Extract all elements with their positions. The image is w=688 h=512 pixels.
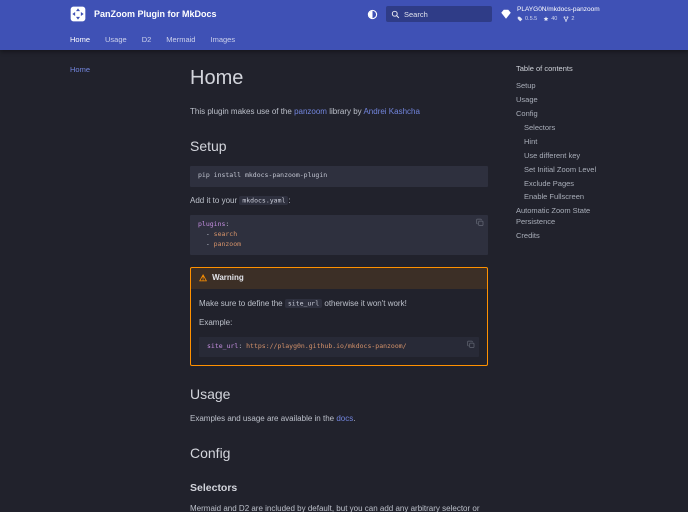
toc-item[interactable]: Usage: [516, 94, 618, 108]
repo-stars: 40: [551, 15, 558, 22]
toc-list: Setup Usage Config Selectors Hint Use differe…: [516, 80, 618, 244]
selectors-text-1: Mermaid and D2 are included by default, …: [190, 504, 480, 512]
star-icon: [543, 16, 549, 22]
code-line: plugins:: [198, 220, 230, 229]
tab-mermaid[interactable]: Mermaid: [166, 35, 195, 44]
usage-heading: Usage: [190, 386, 231, 403]
warning-title-text: Warning: [212, 273, 244, 283]
toc-item[interactable]: Set Initial Zoom Level: [516, 163, 618, 177]
toc-item[interactable]: Enable Fullscreen: [516, 191, 618, 205]
page-title: Home: [190, 67, 244, 89]
toc-item[interactable]: Selectors: [516, 122, 618, 136]
author-link[interactable]: Andrei Kashcha: [363, 107, 419, 116]
selectors-paragraph: Mermaid and D2 are included by default, …: [190, 503, 488, 512]
toc: Table of contents Setup Usage Config Select…: [500, 61, 618, 512]
pip-code-block: pip install mkdocs-panzoom-plugin: [190, 166, 488, 187]
mkdocs-yaml-inline-code: mkdocs.yaml: [239, 196, 289, 206]
toc-item[interactable]: Setup: [516, 80, 618, 94]
intro-paragraph: This plugin makes use of the panzoom lib…: [190, 106, 488, 118]
repo-version: 0.5.5: [525, 15, 538, 22]
app-header: PanZoom Plugin for MkDocs PLAYG0N/mkdocs…: [0, 0, 688, 28]
toc-item[interactable]: Credits: [516, 230, 618, 244]
repo-link[interactable]: PLAYG0N/mkdocs-panzoom 0.5.5 40 2: [500, 6, 618, 22]
theme-toggle-icon[interactable]: [367, 9, 378, 20]
repo-icon: [500, 8, 512, 20]
site-logo-icon[interactable]: [70, 6, 86, 22]
warning-text-1: Make sure to define the: [199, 298, 285, 308]
warning-text-paragraph: Make sure to define the site_url otherwi…: [199, 298, 479, 310]
add-to-paragraph: Add it to your mkdocs.yaml:: [190, 195, 488, 207]
intro-text-2: library by: [326, 107, 364, 116]
header-inner: PanZoom Plugin for MkDocs PLAYG0N/mkdocs…: [70, 0, 618, 28]
toc-item[interactable]: Config: [516, 108, 618, 122]
selectors-heading: Selectors: [190, 482, 238, 495]
toc-item[interactable]: Automatic Zoom State Persistence: [516, 205, 618, 230]
main-content: Home This plugin makes use of the panzoo…: [182, 61, 500, 512]
search-bar[interactable]: [386, 6, 492, 22]
sidebar-nav: Home: [70, 61, 182, 512]
usage-paragraph: Examples and usage are available in the …: [190, 413, 488, 425]
panzoom-link[interactable]: panzoom: [294, 107, 327, 116]
code-line: site_url: https://playg0n.github.io/mkdo…: [207, 341, 407, 350]
copy-icon[interactable]: [476, 218, 484, 227]
copy-icon[interactable]: [467, 340, 475, 349]
site-title[interactable]: PanZoom Plugin for MkDocs: [94, 9, 217, 19]
warning-icon: ⚠: [199, 273, 208, 284]
nav-tabs: Home Usage D2 Mermaid Images: [0, 28, 688, 50]
code-line: - panzoom: [198, 239, 242, 248]
repo-forks-fact: 2: [563, 16, 574, 22]
tab-d2[interactable]: D2: [142, 35, 152, 44]
setup-heading: Setup: [190, 138, 227, 155]
toc-item[interactable]: Use different key: [516, 149, 618, 163]
usage-text-2: .: [353, 414, 356, 424]
intro-text-1: This plugin makes use of the: [190, 107, 295, 116]
warning-text-2: otherwise it won't work!: [322, 298, 407, 308]
repo-name: PLAYG0N/mkdocs-panzoom: [517, 6, 600, 14]
warning-admonition: ⚠ Warning Make sure to define the site_u…: [190, 267, 488, 367]
example-label: Example:: [199, 318, 233, 328]
site-url-code-block: site_url: https://playg0n.github.io/mkdo…: [199, 336, 479, 358]
search-input[interactable]: [404, 9, 487, 19]
repo-meta: PLAYG0N/mkdocs-panzoom 0.5.5 40 2: [517, 6, 600, 21]
code-line: - search: [198, 229, 238, 238]
tab-usage[interactable]: Usage: [105, 35, 127, 44]
repo-forks: 2: [571, 15, 575, 22]
config-heading: Config: [190, 445, 231, 462]
sidebar-item-home[interactable]: Home: [70, 64, 182, 75]
repo-stars-fact: 40: [543, 16, 557, 22]
tab-home[interactable]: Home: [70, 35, 90, 44]
page-layout: Home Home This plugin makes use of the p…: [70, 50, 618, 512]
warning-admonition-title: ⚠ Warning: [191, 268, 487, 289]
fork-icon: [563, 15, 569, 22]
add-to-text-2: :: [288, 195, 291, 205]
repo-facts: 0.5.5 40 2: [517, 16, 600, 22]
site-url-inline-code: site_url: [284, 299, 323, 309]
add-to-text-1: Add it to your: [190, 195, 240, 205]
plugins-code-block: plugins: - search - panzoom: [190, 215, 488, 256]
repo-version-fact: 0.5.5: [517, 16, 537, 22]
toc-title: Table of contents: [516, 64, 573, 73]
usage-text-1: Examples and usage are available in the: [190, 414, 337, 424]
tabs-list: Home Usage D2 Mermaid Images: [70, 28, 618, 50]
toc-item[interactable]: Exclude Pages: [516, 177, 618, 191]
warning-admonition-body: Make sure to define the site_url otherwi…: [191, 289, 487, 366]
toc-item[interactable]: Hint: [516, 135, 618, 149]
tab-images[interactable]: Images: [210, 35, 235, 44]
tag-icon: [517, 16, 523, 22]
docs-link[interactable]: docs: [336, 414, 353, 423]
code-line: pip install mkdocs-panzoom-plugin: [198, 171, 328, 180]
search-icon: [391, 10, 400, 19]
